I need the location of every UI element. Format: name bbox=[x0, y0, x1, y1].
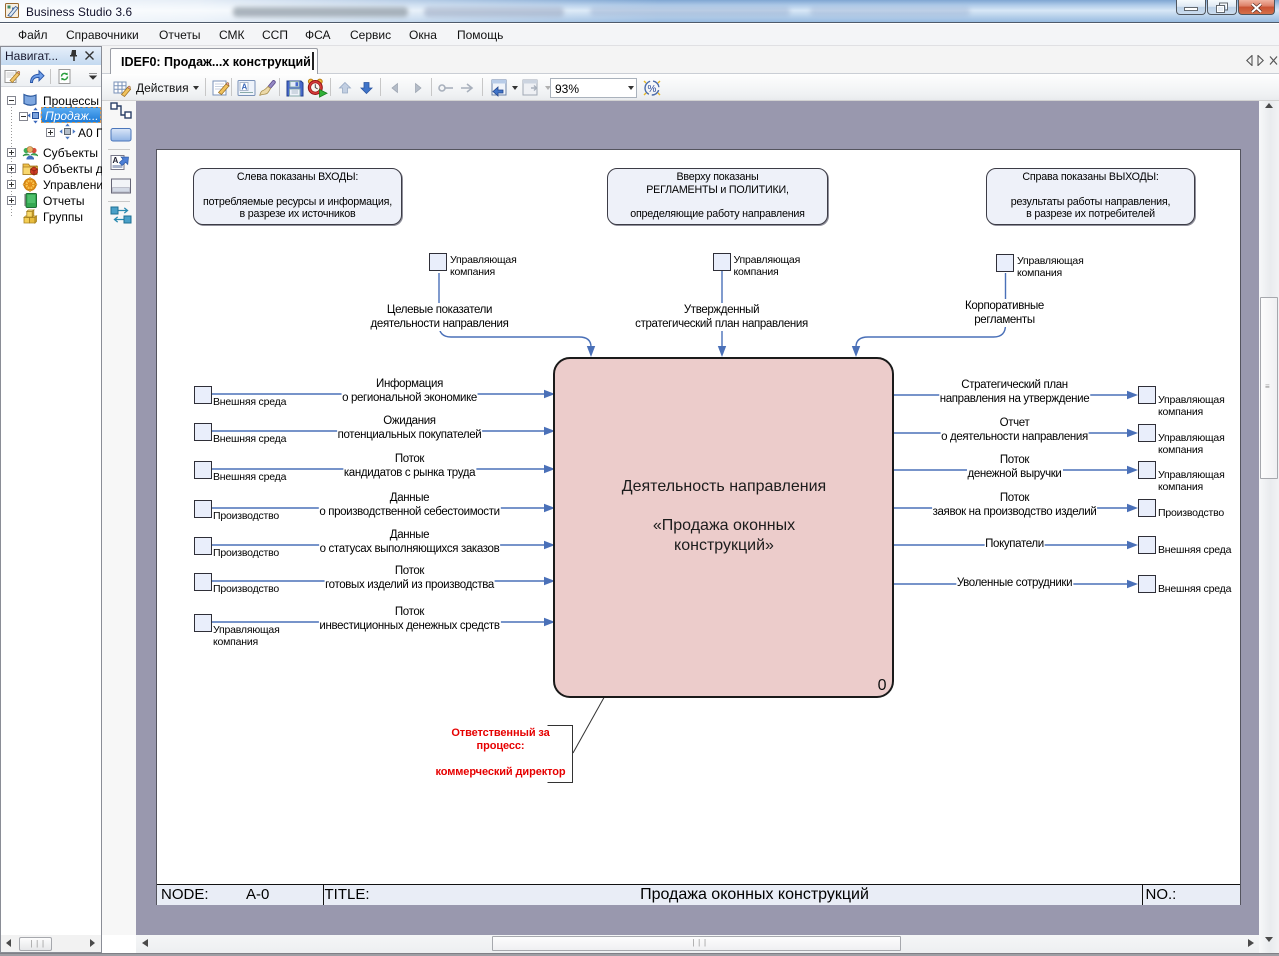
svg-text:%: % bbox=[648, 84, 657, 95]
svg-text:A: A bbox=[242, 83, 248, 92]
svg-text:A: A bbox=[113, 156, 119, 165]
